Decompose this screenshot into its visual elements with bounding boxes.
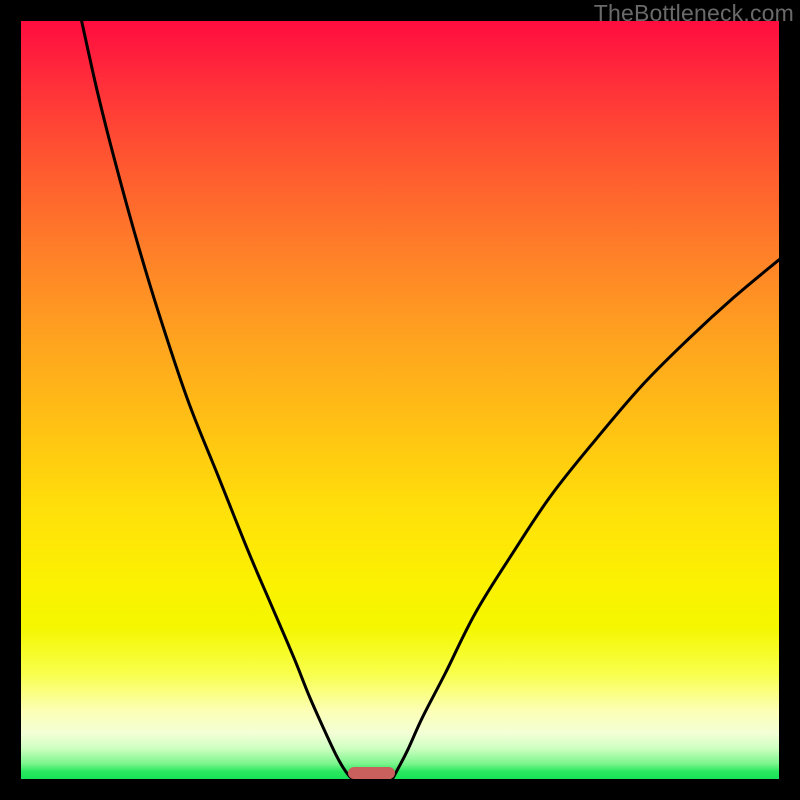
bottleneck-marker (348, 767, 395, 779)
right-curve (392, 260, 779, 779)
watermark-text: TheBottleneck.com (594, 0, 794, 27)
left-curve (82, 21, 353, 779)
curve-layer (21, 21, 779, 779)
chart-frame: TheBottleneck.com (0, 0, 800, 800)
